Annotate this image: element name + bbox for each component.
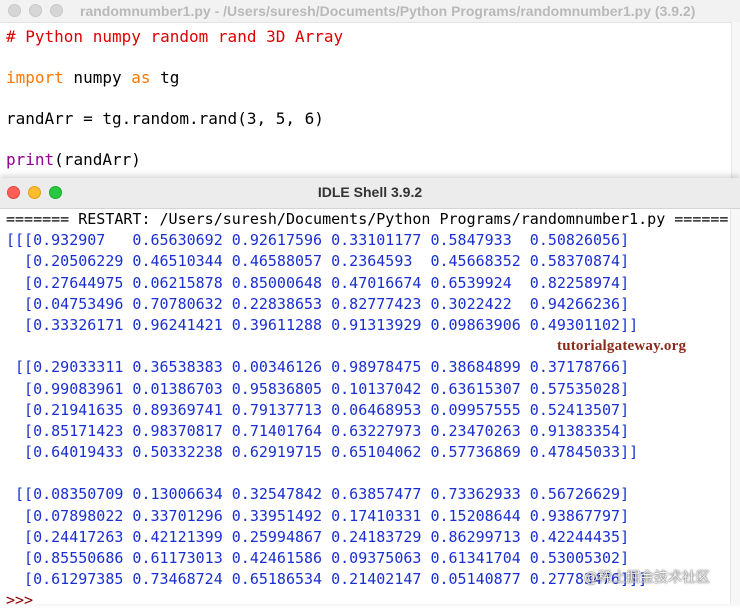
shell-scrollbar[interactable] (730, 209, 740, 604)
output-line: [0.85171423 0.98370817 0.71401764 0.6322… (6, 421, 630, 440)
restart-line: ======= RESTART: /Users/suresh/Documents… (6, 210, 728, 228)
output-line: [0.64019433 0.50332238 0.62919715 0.6510… (6, 443, 639, 462)
code-line-comment: # Python numpy random rand 3D Array (6, 27, 343, 48)
output-line: [0.27644975 0.06215878 0.85000648 0.4701… (6, 273, 630, 292)
corner-watermark: @稀土掘金技术社区 (584, 570, 710, 586)
import-keyword: import (6, 68, 64, 87)
output-line: [0.21941635 0.89369741 0.79137713 0.0646… (6, 400, 630, 419)
code-line-import: import numpy as tg (6, 68, 343, 89)
output-line: [0.99083961 0.01386703 0.95836805 0.1013… (6, 379, 630, 398)
output-line: [[[0.932907 0.65630692 0.92617596 0.3310… (6, 231, 630, 250)
output-line: [0.04753496 0.70780632 0.22838653 0.8277… (6, 294, 630, 313)
shell-window: IDLE Shell 3.9.2 ======= RESTART: /Users… (0, 178, 740, 609)
code-line-assign: randArr = tg.random.rand(3, 5, 6) (6, 109, 324, 128)
editor-window-controls (8, 4, 63, 17)
editor-close-icon[interactable] (8, 4, 21, 17)
shell-prompt[interactable]: >>> (6, 590, 728, 611)
output-line: [0.33326171 0.96241421 0.39611288 0.9131… (6, 315, 639, 334)
output-line: [[0.08350709 0.13006634 0.32547842 0.638… (6, 485, 630, 504)
print-builtin: print (6, 150, 55, 169)
shell-window-title: IDLE Shell 3.9.2 (317, 184, 423, 200)
editor-window-title: randomnumber1.py - /Users/suresh/Documen… (80, 3, 696, 19)
as-keyword: as (131, 68, 151, 87)
output-line: [0.24417263 0.42121399 0.25994867 0.2418… (6, 527, 630, 546)
editor-minimize-icon[interactable] (29, 4, 42, 17)
editor-titlebar[interactable]: randomnumber1.py - /Users/suresh/Documen… (0, 0, 740, 23)
editor-scrollbar[interactable] (731, 22, 740, 180)
import-alias: tg (150, 68, 180, 87)
editor-zoom-icon[interactable] (50, 4, 63, 17)
output-line: [0.20506229 0.46510344 0.46588057 0.2364… (6, 252, 630, 271)
shell-output[interactable]: ======= RESTART: /Users/suresh/Documents… (6, 209, 728, 612)
output-line: [0.85550686 0.61173013 0.42461586 0.0937… (6, 549, 630, 567)
import-module: numpy (63, 68, 132, 87)
print-args: (randArr) (54, 150, 141, 169)
comment-token: # Python numpy random rand 3D Array (6, 27, 344, 46)
shell-titlebar[interactable]: IDLE Shell 3.9.2 (0, 178, 740, 209)
output-line: [0.07898022 0.33701296 0.33951492 0.1741… (6, 506, 630, 525)
code-line-print: print(randArr) (6, 150, 343, 171)
code-editor[interactable]: # Python numpy random rand 3D Array impo… (6, 27, 343, 171)
site-watermark: tutorialgateway.org (557, 338, 687, 354)
output-line: [[0.29033311 0.36538383 0.00346126 0.989… (6, 358, 630, 377)
editor-window: randomnumber1.py - /Users/suresh/Documen… (0, 0, 740, 180)
